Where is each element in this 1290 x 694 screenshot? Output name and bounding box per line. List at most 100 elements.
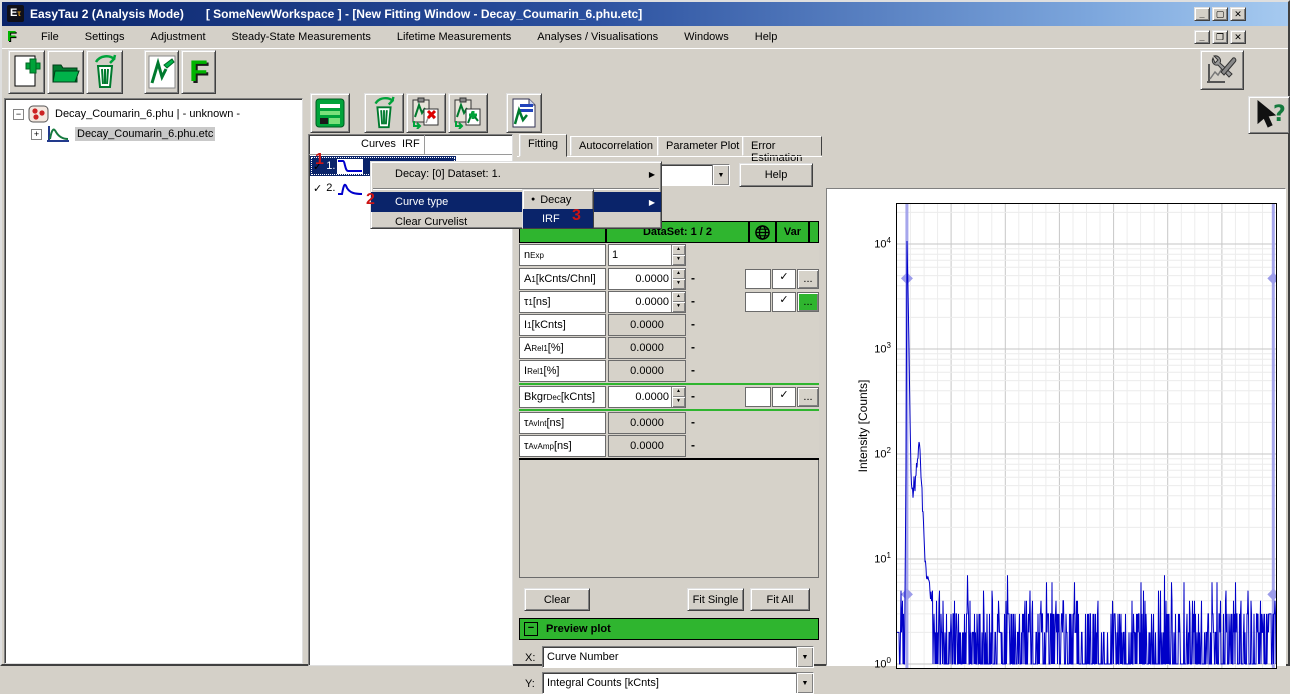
menu-adjustment[interactable]: Adjustment bbox=[137, 28, 218, 46]
tab-parameter-plot[interactable]: Parameter Plot bbox=[657, 136, 748, 156]
bkgr-value-field[interactable] bbox=[609, 387, 671, 407]
tau1-var-check[interactable]: ✓ bbox=[772, 292, 796, 312]
param-label-arel1: ARel1[%] bbox=[519, 337, 606, 359]
bkgr-spinner[interactable]: ▲▼ bbox=[671, 387, 685, 407]
bkgr-more-button[interactable]: ... bbox=[797, 387, 819, 407]
nexp-spinner[interactable]: ▲▼ bbox=[671, 245, 685, 265]
nexp-value-field[interactable] bbox=[609, 245, 671, 265]
tree-root-label[interactable]: Decay_Coumarin_6.phu | - unknown - bbox=[55, 108, 240, 120]
context-help-button[interactable]: ? bbox=[1248, 96, 1290, 134]
spinner-down-icon[interactable]: ▼ bbox=[672, 255, 685, 265]
a1-unit: [kCnts/Chnl] bbox=[536, 273, 596, 285]
param-input-a1[interactable]: ▲▼ bbox=[608, 268, 686, 290]
context-menu-curve-type-item[interactable]: Curve type ▶ bbox=[371, 192, 661, 212]
menu-file[interactable]: File bbox=[28, 28, 72, 46]
tree-collapse-box[interactable]: − bbox=[13, 109, 24, 120]
preview-x-value: Curve Number bbox=[543, 649, 796, 665]
param-input-bkgr[interactable]: ▲▼ bbox=[608, 386, 686, 408]
a1-value-field[interactable] bbox=[609, 269, 671, 289]
curve-check-2[interactable]: ✓ bbox=[313, 182, 322, 195]
spinner-up-icon[interactable]: ▲ bbox=[672, 269, 685, 279]
bkgr-var-check[interactable]: ✓ bbox=[772, 387, 796, 407]
globe-icon bbox=[755, 225, 770, 240]
remove-curve-button[interactable] bbox=[406, 93, 446, 133]
menu-windows[interactable]: Windows bbox=[671, 28, 742, 46]
a1-error-value: - bbox=[691, 271, 695, 285]
param-input-tau1[interactable]: ▲▼ bbox=[608, 291, 686, 313]
preview-x-combobox[interactable]: Curve Number ▼ bbox=[542, 646, 814, 668]
submenu-decay-item[interactable]: ● Decay bbox=[523, 190, 593, 209]
clear-curves-button[interactable] bbox=[364, 93, 404, 133]
submenu-irf-item[interactable]: IRF bbox=[523, 209, 593, 228]
context-menu-dataset-item[interactable]: Decay: [0] Dataset: 1. ▶ bbox=[371, 162, 661, 186]
fitting-window-button[interactable] bbox=[144, 50, 179, 94]
open-workspace-button[interactable] bbox=[47, 50, 84, 94]
menu-lifetime[interactable]: Lifetime Measurements bbox=[384, 28, 524, 46]
global-header-cell[interactable] bbox=[749, 221, 776, 243]
new-workspace-button[interactable] bbox=[8, 50, 45, 94]
tau1-more-button-active[interactable]: ... bbox=[797, 292, 819, 312]
spinner-up-icon[interactable]: ▲ bbox=[672, 245, 685, 255]
preview-x-combo-arrow-icon[interactable]: ▼ bbox=[796, 647, 813, 667]
minimize-button[interactable]: _ bbox=[1194, 7, 1210, 21]
child-minimize-button[interactable]: _ bbox=[1194, 30, 1210, 44]
delete-workspace-button[interactable] bbox=[86, 50, 123, 94]
spinner-up-icon[interactable]: ▲ bbox=[672, 387, 685, 397]
spinner-down-icon[interactable]: ▼ bbox=[672, 279, 685, 289]
tavint-sub: AvInt bbox=[528, 419, 546, 428]
tau1-fix-cell[interactable] bbox=[745, 292, 771, 312]
analysis-mode-button[interactable]: F bbox=[181, 50, 216, 94]
report-icon bbox=[511, 97, 537, 129]
spinner-down-icon[interactable]: ▼ bbox=[672, 302, 685, 312]
curve-report-button[interactable] bbox=[506, 93, 542, 133]
a1-var-check[interactable]: ✓ bbox=[772, 269, 796, 289]
maximize-button[interactable]: ▢ bbox=[1212, 7, 1228, 21]
spinner-down-icon[interactable]: ▼ bbox=[672, 397, 685, 407]
plot-settings-button[interactable] bbox=[1200, 50, 1244, 90]
plot-area[interactable] bbox=[896, 203, 1277, 669]
menu-steady-state[interactable]: Steady-State Measurements bbox=[219, 28, 384, 46]
a1-base: A bbox=[524, 273, 531, 285]
help-button[interactable]: Help bbox=[739, 163, 813, 187]
a1-more-button[interactable]: ... bbox=[797, 269, 819, 289]
fit-single-button[interactable]: Fit Single bbox=[687, 588, 744, 611]
tab-autocorrelation[interactable]: Autocorrelation bbox=[570, 136, 662, 156]
a1-spinner[interactable]: ▲▼ bbox=[671, 269, 685, 289]
collapse-button[interactable]: − bbox=[524, 622, 538, 636]
menu-settings[interactable]: Settings bbox=[72, 28, 138, 46]
bkgr-fix-cell[interactable] bbox=[745, 387, 771, 407]
add-curve-button[interactable] bbox=[448, 93, 488, 133]
spinner-up-icon[interactable]: ▲ bbox=[672, 292, 685, 302]
tau1-unit: [ns] bbox=[533, 296, 551, 308]
child-restore-button[interactable]: ❐ bbox=[1212, 30, 1228, 44]
tree-expand-box[interactable]: + bbox=[31, 129, 42, 140]
menu-help[interactable]: Help bbox=[742, 28, 791, 46]
fit-single-label: Fit Single bbox=[693, 594, 739, 606]
tree-child-node[interactable]: + Decay_Coumarin_6.phu.etc bbox=[31, 125, 215, 143]
tab-error-estimation[interactable]: Error Estimation bbox=[742, 136, 822, 156]
menu-analyses[interactable]: Analyses / Visualisations bbox=[524, 28, 671, 46]
model-combo-arrow-icon[interactable]: ▼ bbox=[712, 165, 729, 185]
nexp-input[interactable]: ▲▼ bbox=[608, 244, 686, 266]
curve-type-item-label: Curve type bbox=[395, 196, 448, 208]
tau1-spinner[interactable]: ▲▼ bbox=[671, 292, 685, 312]
clear-button[interactable]: Clear bbox=[524, 588, 590, 611]
ytick-1e2: 102 bbox=[863, 446, 891, 461]
tree-root-node[interactable]: − Decay_Coumarin_6.phu | - unknown - bbox=[13, 105, 240, 123]
tree-child-label[interactable]: Decay_Coumarin_6.phu.etc bbox=[75, 127, 215, 141]
fit-all-label: Fit All bbox=[767, 594, 794, 606]
a1-fix-cell[interactable] bbox=[745, 269, 771, 289]
curve-legend-button[interactable] bbox=[310, 93, 350, 133]
tab-fitting[interactable]: Fitting bbox=[519, 134, 567, 157]
preview-y-combo-arrow-icon[interactable]: ▼ bbox=[796, 673, 813, 693]
param-label-tavamp: τAvAmp[ns] bbox=[519, 435, 606, 457]
curve-thumb-2 bbox=[337, 181, 363, 196]
child-close-button[interactable]: ✕ bbox=[1230, 30, 1246, 44]
curve-toolbar bbox=[308, 92, 828, 134]
context-menu-clear-curvelist-item[interactable]: Clear Curvelist bbox=[371, 212, 661, 232]
tau1-value-field[interactable] bbox=[609, 292, 671, 312]
fit-all-button[interactable]: Fit All bbox=[750, 588, 810, 611]
preview-y-combobox[interactable]: Integral Counts [kCnts] ▼ bbox=[542, 672, 814, 694]
tavamp-value-cell: 0.0000 bbox=[608, 435, 686, 457]
close-button[interactable]: ✕ bbox=[1230, 7, 1246, 21]
